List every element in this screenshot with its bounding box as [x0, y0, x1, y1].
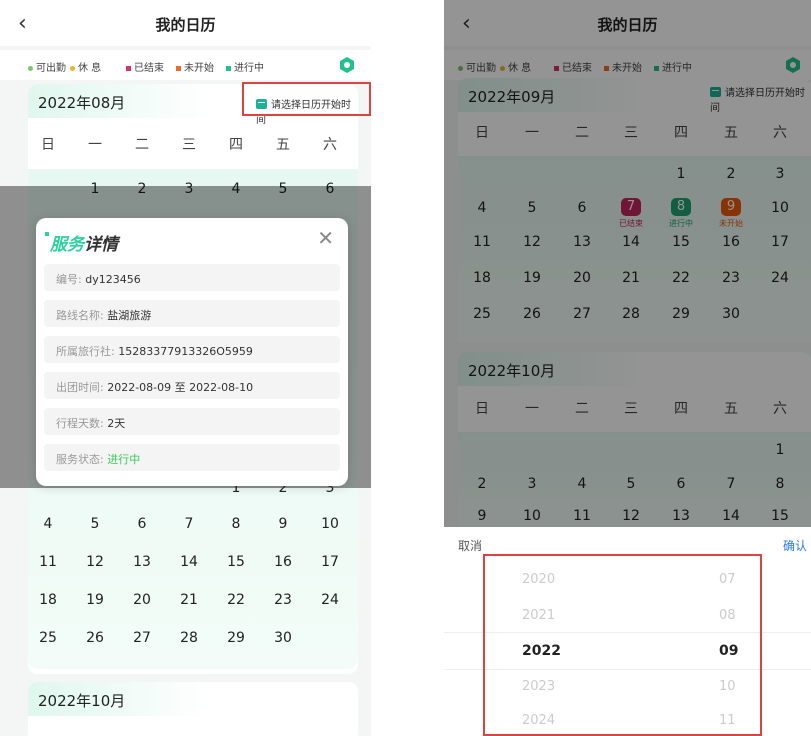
close-icon[interactable]: ✕ [317, 226, 334, 250]
calendar-day[interactable]: 13 [122, 554, 162, 570]
field-days: 行程天数: 2天 [44, 408, 340, 435]
modal-title: 服务详情 [50, 235, 118, 255]
calendar-day[interactable]: 25 [28, 630, 68, 646]
calendar-day[interactable]: 9 [263, 516, 303, 532]
field-agency: 所属旅行社: 15283377913326O5959 [44, 336, 340, 363]
field-route: 路线名称: 盐湖旅游 [44, 300, 340, 327]
calendar-day[interactable]: 5 [75, 516, 115, 532]
highlight-box [242, 82, 371, 116]
calendar-day[interactable]: 16 [263, 554, 303, 570]
calendar-day[interactable]: 7 [169, 516, 209, 532]
picker-backdrop[interactable] [444, 0, 811, 527]
calendar-day[interactable]: 15 [216, 554, 256, 570]
weekday-header: 日 一 二 三 四 五 六 [28, 134, 358, 154]
field-status: 服务状态: 进行中 [44, 444, 340, 471]
field-departure: 出团时间: 2022-08-09 至 2022-08-10 [44, 372, 340, 399]
calendar-day[interactable]: 28 [169, 630, 209, 646]
weekday-label: 六 [323, 137, 337, 153]
field-id: 编号: dy123456 [44, 264, 340, 291]
calendar-day[interactable]: 11 [28, 554, 68, 570]
legend-rest: 休 息 [70, 59, 101, 74]
weekday-label: 三 [182, 137, 196, 153]
calendar-day[interactable]: 12 [75, 554, 115, 570]
calendar-day[interactable]: 26 [75, 630, 115, 646]
calendar-day[interactable]: 19 [75, 592, 115, 608]
legend-ended: 已结束 [126, 59, 164, 74]
month-header: 2022年10月 [28, 682, 358, 716]
calendar-day[interactable]: 14 [169, 554, 209, 570]
date-picker-panel: 取消 确认 2020 2021 2022 2023 2024 07 08 09 … [444, 527, 811, 736]
confirm-button[interactable]: 确认 [783, 537, 807, 554]
weekday-label: 一 [88, 137, 102, 153]
weekday-label: 日 [41, 137, 55, 153]
legend-not-started: 未开始 [176, 59, 214, 74]
calendar-day[interactable]: 27 [122, 630, 162, 646]
calendar-day[interactable]: 10 [310, 516, 350, 532]
calendar-day[interactable]: 4 [28, 516, 68, 532]
calendar-day[interactable]: 20 [122, 592, 162, 608]
weekday-label: 五 [276, 137, 290, 153]
nav-bar: ‹ 我的日历 [0, 0, 371, 46]
page-title: 我的日历 [155, 16, 216, 34]
calendar-day[interactable]: 30 [263, 630, 303, 646]
calendar-grid-lower: 1 2 3 4 5 6 7 8 9 10 11 12 13 14 15 16 1… [28, 478, 358, 678]
title-marker [45, 232, 49, 236]
calendar-day[interactable]: 17 [310, 554, 350, 570]
weekday-label: 四 [229, 137, 243, 153]
gear-icon[interactable] [338, 56, 356, 74]
legend-in-progress: 进行中 [226, 59, 264, 74]
month-title: 2022年10月 [38, 692, 126, 710]
calendar-day[interactable]: 8 [216, 516, 256, 532]
calendar-day[interactable]: 22 [216, 592, 256, 608]
left-phone-screen: ‹ 我的日历 可出勤 休 息 已结束 未开始 进行中 2022年08月 请选择日… [0, 0, 371, 736]
month-title: 2022年08月 [38, 94, 126, 112]
calendar-day[interactable]: 24 [310, 592, 350, 608]
status-legend: 可出勤 休 息 已结束 未开始 进行中 [0, 50, 371, 80]
month-card-october: 2022年10月 [28, 682, 358, 736]
legend-available: 可出勤 [28, 59, 66, 74]
weekday-label: 二 [135, 137, 149, 153]
calendar-day[interactable]: 6 [122, 516, 162, 532]
cancel-button[interactable]: 取消 [458, 537, 482, 554]
calendar-day[interactable]: 23 [263, 592, 303, 608]
right-phone-screen: ‹ 我的日历 可出勤 休 息 已结束 未开始 进行中 2022年09月 请选择日… [444, 0, 811, 736]
highlight-box [483, 554, 762, 736]
calendar-day[interactable]: 21 [169, 592, 209, 608]
service-detail-modal: 服务详情 ✕ 编号: dy123456 路线名称: 盐湖旅游 所属旅行社: 15… [36, 218, 348, 486]
calendar-day[interactable]: 29 [216, 630, 256, 646]
calendar-day[interactable]: 18 [28, 592, 68, 608]
